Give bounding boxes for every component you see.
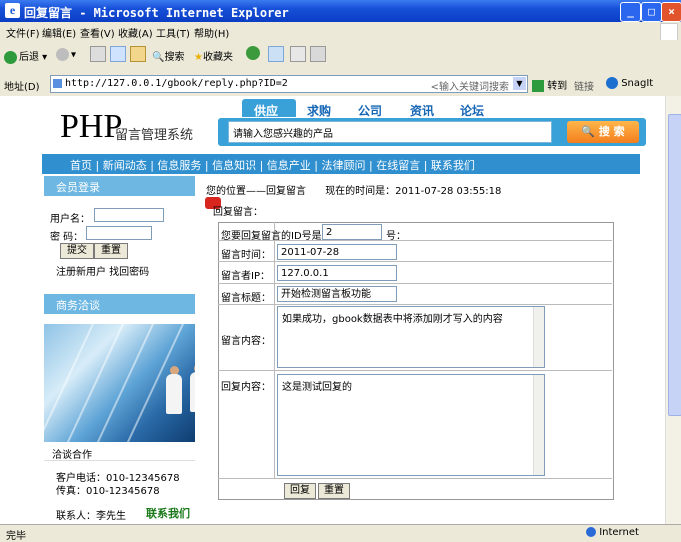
favorites-button[interactable]: ★收藏夹 [194,48,233,63]
business-contact: 联系人：李先生 [56,511,126,522]
status-bar: 完毕 Internet [0,524,681,542]
business-caption: 洽谈合作 [52,450,92,461]
message-time-label: 留言时间： [221,250,271,261]
username-input[interactable] [94,208,164,222]
forward-button[interactable]: ▾ [56,48,76,61]
back-button[interactable]: 后退 ▾ [4,48,47,64]
history-icon[interactable] [268,46,284,62]
reply-content-textarea[interactable]: 这是测试回复的 [277,374,545,476]
menu-view[interactable]: 查看(V) [80,25,115,40]
windows-logo-icon [660,23,678,41]
snagit-icon [606,77,618,89]
password-input[interactable] [86,226,152,240]
menu-bar: 文件(F) 编辑(E) 查看(V) 收藏(A) 工具(T) 帮助(H) [0,22,681,41]
star-icon: ★ [194,52,203,63]
browser-toolbar: 后退 ▾ ▾ 🔍搜索 ★收藏夹 [0,40,681,73]
address-label: 地址(D) [4,82,40,93]
snagit-button[interactable]: SnagIt [606,77,653,89]
menu-favorites[interactable]: 收藏(A) [118,25,153,40]
menu-tools[interactable]: 工具(T) [156,25,190,40]
window-title: 回复留言 - Microsoft Internet Explorer [24,6,289,20]
forward-arrow-icon [56,48,69,61]
chevron-down-icon[interactable]: ▼ [513,77,526,90]
back-arrow-icon [4,50,17,64]
reply-content-label: 回复内容： [221,382,271,393]
message-content-label: 留言内容： [221,336,271,347]
globe-icon [586,527,596,537]
address-url: http://127.0.0.1/gbook/reply.php?ID=2 [65,78,288,89]
search-button[interactable]: 🔍搜索 [152,48,184,63]
breadcrumb-location: 您的位置——回复留言 [206,186,306,197]
stop-icon[interactable] [90,46,106,62]
message-title-label: 留言标题： [221,293,271,304]
site-search-input[interactable]: 请输入您感兴趣的产品 [228,121,552,143]
search-icon: 🔍 [581,125,595,138]
address-bar: 地址(D) http://127.0.0.1/gbook/reply.php?I… [0,72,681,97]
mail-icon[interactable] [290,46,306,62]
menu-file[interactable]: 文件(F) [6,25,40,40]
media-icon[interactable] [246,46,260,60]
login-reset-button[interactable]: 重置 [94,243,128,259]
message-ip-field[interactable]: 127.0.0.1 [277,265,397,281]
tab-news[interactable]: 资讯 [410,102,434,119]
message-ip-label: 留言者IP： [221,271,270,282]
home-icon[interactable] [130,46,146,62]
tab-company[interactable]: 公司 [358,102,382,119]
address-search-hint: <输入关键词搜索 [430,82,509,93]
site-nav-links[interactable]: 首页 | 新闻动态 | 信息服务 | 信息知识 | 信息产业 | 法律顾问 | … [70,157,475,173]
links-label[interactable]: 链接 [574,78,594,93]
business-panel-header: 商务洽谈 [44,294,195,314]
scrollbar-thumb[interactable] [668,114,681,416]
login-submit-button[interactable]: 提交 [60,243,94,259]
refresh-icon[interactable] [110,46,126,62]
site-search-button[interactable]: 🔍 搜 索 [567,121,639,143]
reply-id-label: 您要回复留言的ID号是 [221,231,322,242]
breadcrumb: 您的位置——回复留言 现在的时间是：2011-07-28 03:55:18 [206,182,501,197]
search-icon: 🔍 [152,52,165,63]
password-label: 密 码： [50,232,84,243]
menu-edit[interactable]: 编辑(E) [42,25,76,40]
tab-forum[interactable]: 论坛 [460,102,484,119]
message-content-textarea[interactable]: 如果成功，gbook数据表中将添加刚才写入的内容 [277,306,545,368]
go-button[interactable]: 转到 [532,77,567,92]
site-logo: PHP [60,108,123,145]
login-links[interactable]: 注册新用户 找回密码 [56,263,149,278]
tab-supply[interactable]: 供应 [254,102,278,119]
minimize-button[interactable]: _ [620,2,641,22]
reply-reset-button[interactable]: 重置 [318,483,350,499]
maximize-button[interactable]: □ [641,2,662,22]
close-button[interactable]: × [661,2,681,22]
username-label: 用户名： [50,214,90,225]
business-contact-link[interactable]: 联系我们 [146,505,190,521]
business-fax: 传真：010-12345678 [56,486,160,497]
site-nav-bar: 首页 | 新闻动态 | 信息服务 | 信息知识 | 信息产业 | 法律顾问 | … [42,154,640,174]
tab-purchase[interactable]: 求购 [307,102,331,119]
textarea-scrollbar[interactable] [533,307,544,367]
message-title-field[interactable]: 开始检测留言板功能 [277,286,397,302]
current-time: 现在的时间是：2011-07-28 03:55:18 [325,186,502,197]
window-titlebar: e 回复留言 - Microsoft Internet Explorer _ □… [0,0,681,22]
print-icon[interactable] [310,46,326,62]
reply-submit-button[interactable]: 回复 [284,483,316,499]
menu-help[interactable]: 帮助(H) [194,25,229,40]
business-photo [44,324,195,442]
address-input[interactable]: http://127.0.0.1/gbook/reply.php?ID=2 <输… [50,75,528,93]
ie-icon: e [5,3,20,18]
message-time-field[interactable]: 2011-07-28 [277,244,397,260]
go-arrow-icon [532,80,544,92]
reply-id-field[interactable]: 2 [322,224,382,240]
status-zone: Internet [586,527,639,538]
reply-id-suffix: 号： [386,231,406,242]
reply-heading: 回复留言： [213,207,263,218]
textarea-scrollbar[interactable] [533,375,544,475]
page-scrollbar[interactable] [665,96,681,524]
page-icon [53,79,62,88]
site-logo-subtitle: 留言管理系统 [115,128,194,143]
login-panel-header: 会员登录 [44,176,195,196]
